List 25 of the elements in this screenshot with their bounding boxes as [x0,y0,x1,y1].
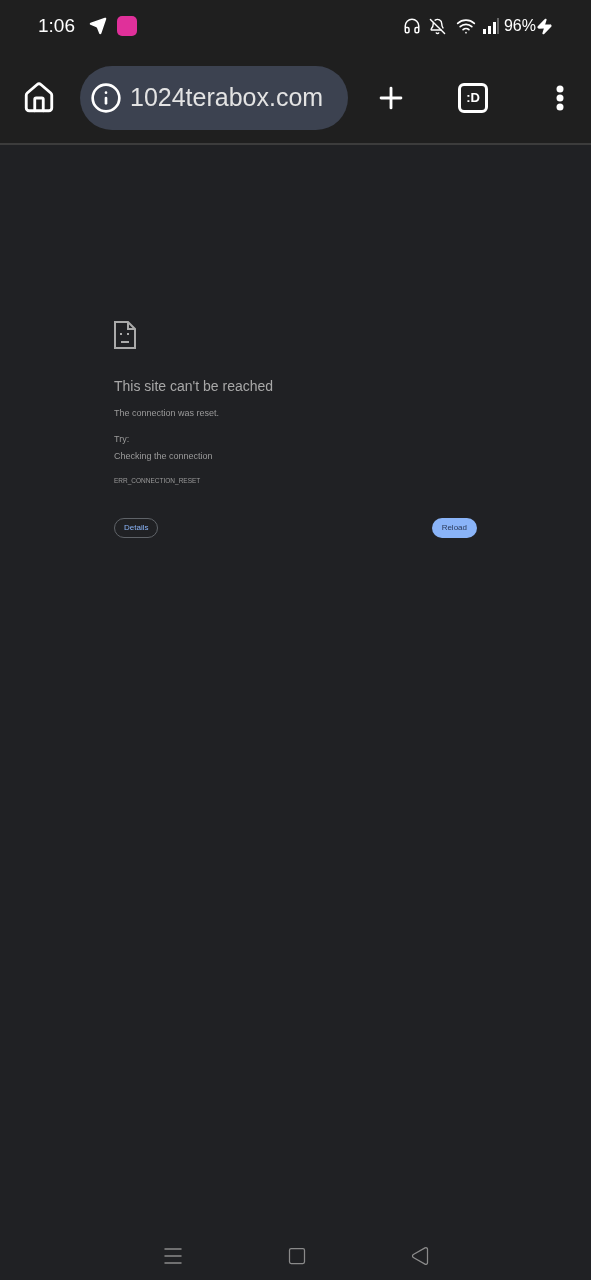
error-title: This site can't be reached [114,377,275,396]
url-text: 1024terabox.com [130,81,324,113]
suggestion-text: Checking the connection [114,450,214,463]
battery-level: 96% [503,16,536,36]
headphones-icon [402,17,421,35]
send-icon [89,17,107,35]
home-button[interactable] [22,80,56,115]
more-menu-button[interactable] [556,84,564,111]
try-label: Try: [114,432,131,446]
info-icon [90,81,122,114]
app-icon [117,16,137,36]
more-vertical-icon [556,84,564,111]
charging-icon [536,17,553,35]
address-bar[interactable]: 1024terabox.com [80,65,348,130]
sad-page-icon [114,321,136,349]
back-nav-icon[interactable] [409,1246,430,1266]
status-time: 1:06 [38,13,75,38]
home-nav-icon[interactable] [287,1246,308,1266]
reload-button[interactable]: Reload [431,518,477,539]
error-message: The connection was reset. [114,407,221,420]
wifi-icon [455,16,476,36]
bell-off-icon [428,17,446,35]
tab-switcher-button[interactable]: :D [458,82,488,113]
signal-icon [481,18,500,34]
home-icon [22,80,56,115]
